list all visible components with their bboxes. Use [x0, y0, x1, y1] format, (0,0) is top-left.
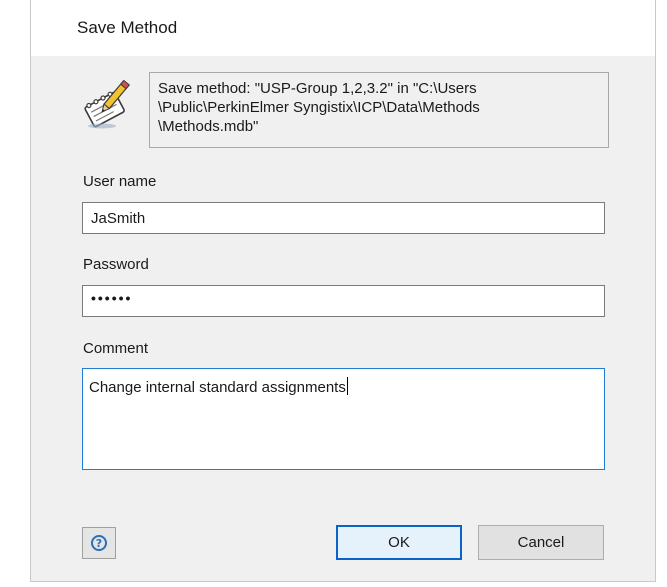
- password-label: Password: [83, 256, 149, 273]
- save-method-dialog: Save Method Save method: "USP-Group 1,2,…: [30, 0, 656, 582]
- notepad-pencil-icon: [80, 74, 138, 132]
- ok-button[interactable]: OK: [336, 525, 462, 560]
- dialog-title: Save Method: [77, 18, 178, 37]
- comment-text: Change internal standard assignments: [89, 379, 346, 396]
- title-bar: Save Method: [31, 0, 655, 56]
- help-button[interactable]: ?: [82, 527, 116, 559]
- comment-textarea[interactable]: Change internal standard assignments: [82, 368, 605, 470]
- username-field[interactable]: JaSmith: [82, 202, 605, 234]
- cancel-button[interactable]: Cancel: [478, 525, 604, 560]
- save-location-message: Save method: "USP-Group 1,2,3.2" in "C:\…: [149, 72, 609, 148]
- help-icon: ?: [91, 535, 107, 551]
- username-label: User name: [83, 173, 157, 190]
- password-field[interactable]: ••••••: [82, 285, 605, 317]
- comment-label: Comment: [83, 340, 149, 357]
- text-caret: [346, 377, 348, 395]
